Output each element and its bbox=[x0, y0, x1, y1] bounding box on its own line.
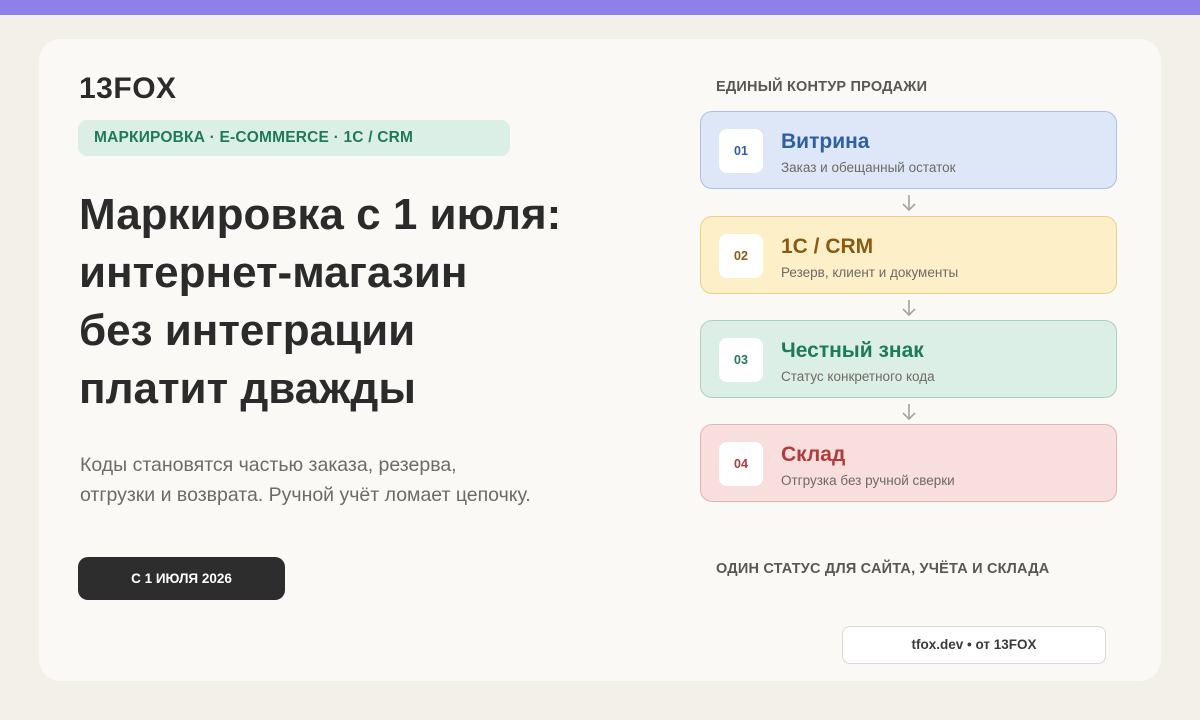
arrow-down-icon bbox=[902, 404, 916, 421]
title-line-3: без интеграции bbox=[79, 306, 416, 355]
step-description: Резерв, клиент и документы bbox=[781, 265, 959, 280]
description-line-2: отгрузки и возврата. Ручной учёт ломает … bbox=[80, 484, 531, 506]
topic-tag: МАРКИРОВКА · E-COMMERCE · 1С / CRM bbox=[78, 120, 510, 156]
top-accent-bar bbox=[0, 0, 1200, 15]
arrow-down-icon bbox=[902, 300, 916, 317]
step-title: 1С / CRM bbox=[781, 235, 874, 258]
step-number: 02 bbox=[719, 234, 763, 278]
title-line-2: интернет-магазин bbox=[79, 248, 468, 297]
site-link[interactable]: tfox.dev • от 13FOX bbox=[842, 626, 1106, 664]
page-title: Маркировка с 1 июля: интернет-магазин бе… bbox=[79, 186, 639, 418]
title-line-1: Маркировка с 1 июля: bbox=[79, 190, 562, 239]
step-description: Отгрузка без ручной сверки bbox=[781, 473, 955, 488]
step-description: Статус конкретного кода bbox=[781, 369, 935, 384]
step-number: 01 bbox=[719, 129, 763, 173]
status-caption: ОДИН СТАТУС ДЛЯ САЙТА, УЧЁТА И СКЛАДА bbox=[716, 561, 1050, 577]
flow-title: ЕДИНЫЙ КОНТУР ПРОДАЖИ bbox=[716, 79, 928, 95]
step-title: Склад bbox=[781, 443, 846, 466]
description-line-1: Коды становятся частью заказа, резерва, bbox=[80, 454, 457, 476]
title-line-4: платит дважды bbox=[79, 364, 416, 413]
step-number: 03 bbox=[719, 338, 763, 382]
flow-step-warehouse: 04 Склад Отгрузка без ручной сверки bbox=[700, 424, 1117, 502]
step-number: 04 bbox=[719, 442, 763, 486]
step-title: Честный знак bbox=[781, 339, 924, 362]
brand-logo: 13FOX bbox=[79, 72, 177, 105]
flow-step-crm: 02 1С / CRM Резерв, клиент и документы bbox=[700, 216, 1117, 294]
flow-step-storefront: 01 Витрина Заказ и обещанный остаток bbox=[700, 111, 1117, 189]
arrow-down-icon bbox=[902, 195, 916, 212]
description: Коды становятся частью заказа, резерва, … bbox=[80, 450, 620, 510]
step-description: Заказ и обещанный остаток bbox=[781, 160, 956, 175]
step-title: Витрина bbox=[781, 130, 870, 153]
flow-step-honest-sign: 03 Честный знак Статус конкретного кода bbox=[700, 320, 1117, 398]
date-button[interactable]: С 1 ИЮЛЯ 2026 bbox=[78, 557, 285, 600]
